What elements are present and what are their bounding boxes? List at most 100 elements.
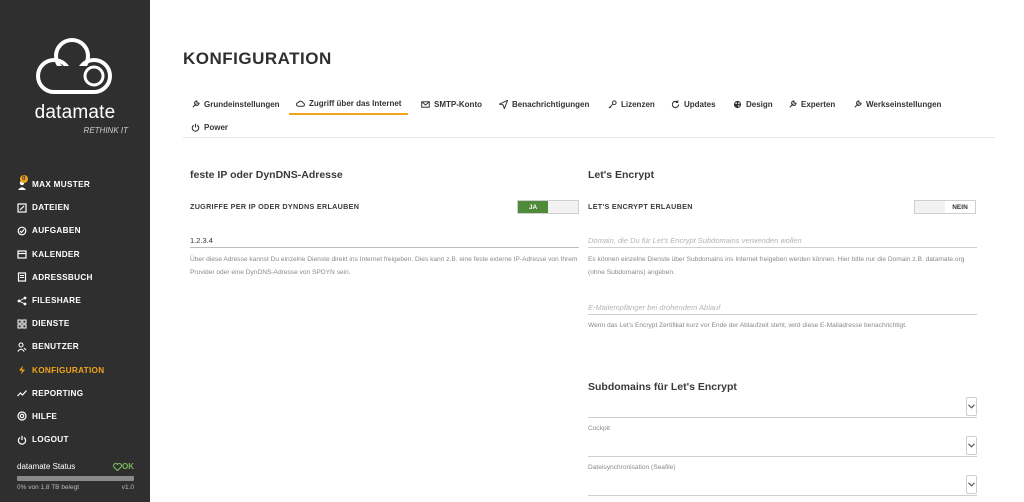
sidebar-item-kalender[interactable]: KALENDER xyxy=(0,243,150,266)
power-icon xyxy=(17,435,27,445)
ip-address-input[interactable] xyxy=(190,234,579,248)
subdomain-select-cockpit[interactable] xyxy=(588,435,977,457)
bolt-icon xyxy=(17,365,27,375)
toggle-on-label: JA xyxy=(518,201,548,213)
tab-smtp-konto[interactable]: SMTP-Konto xyxy=(421,94,482,114)
sidebar-item-label: ADRESSBUCH xyxy=(32,272,93,282)
chevron-down-icon xyxy=(966,436,977,455)
sidebar-item-label: REPORTING xyxy=(32,388,84,398)
allow-letsencrypt-toggle[interactable]: NEIN xyxy=(914,200,976,214)
sidebar-item-label: BENUTZER xyxy=(32,342,79,352)
heart-icon xyxy=(113,462,122,471)
chevron-down-icon xyxy=(966,475,977,494)
tab-label: Werkseinstellungen xyxy=(866,99,942,109)
allow-ip-label: ZUGRIFFE PER IP ODER DYNDNS ERLAUBEN xyxy=(190,202,360,211)
domain-input[interactable] xyxy=(588,234,977,248)
sidebar-item-benutzer[interactable]: BENUTZER xyxy=(0,335,150,358)
tab-bar: Grundeinstellungen Zugriff über das Inte… xyxy=(183,94,995,138)
tab-label: SMTP-Konto xyxy=(434,99,482,109)
sidebar-item-label: LOGOUT xyxy=(32,435,69,445)
tab-benachrichtigungen[interactable]: Benachrichtigungen xyxy=(499,94,589,114)
tab-power[interactable]: Power xyxy=(191,117,228,137)
subdomain-label-seafile: Dateisynchronisation (Seafile) xyxy=(588,464,676,471)
tab-label: Grundeinstellungen xyxy=(204,99,280,109)
cloud-icon xyxy=(296,100,305,107)
toggle-off-label: NEIN xyxy=(945,201,975,213)
sidebar-item-adressbuch[interactable]: ADRESSBUCH xyxy=(0,266,150,289)
wrench-icon xyxy=(789,99,797,108)
status-ok: OK xyxy=(113,462,134,471)
sidebar-item-hilfe[interactable]: HILFE xyxy=(0,405,150,428)
email-input[interactable] xyxy=(588,301,977,315)
tab-label: Power xyxy=(204,122,229,132)
tab-label: Updates xyxy=(684,99,716,109)
tab-design[interactable]: Design xyxy=(733,94,773,114)
ip-address-help: Über diese Adresse kannst Du einzelne Di… xyxy=(190,256,578,276)
tasks-icon xyxy=(17,226,27,236)
tab-label: Design xyxy=(746,99,773,109)
sidebar-item-label: HILFE xyxy=(32,411,58,421)
logo: datamate RETHINK IT xyxy=(0,0,150,150)
edit-icon xyxy=(17,203,27,213)
send-icon xyxy=(499,99,508,109)
status-ok-label: OK xyxy=(122,462,134,471)
palette-icon xyxy=(733,100,742,108)
brand-tagline: RETHINK IT xyxy=(83,126,128,135)
sidebar-item-label: KALENDER xyxy=(32,249,80,259)
domain-help: Es können einzelne Dienste über Subdomai… xyxy=(588,256,965,276)
refresh-icon xyxy=(671,99,680,108)
sidebar-item-label: KONFIGURATION xyxy=(32,365,105,375)
wrench-icon xyxy=(192,99,200,108)
sidebar-item-reporting[interactable]: REPORTING xyxy=(0,382,150,405)
subdomain-select-seafile[interactable] xyxy=(588,474,977,496)
toggle-off-blank xyxy=(548,201,578,213)
allow-letsencrypt-label: LET'S ENCRYPT ERLAUBEN xyxy=(588,202,693,211)
email-help: Wenn das Let's Encrypt Zertifikat kurz v… xyxy=(588,322,907,329)
sidebar-nav: 0 MAX MUSTER DATEIEN AUFGABEN KALENDER A… xyxy=(0,173,150,451)
tab-zugriff-internet[interactable]: Zugriff über das Internet xyxy=(289,94,409,115)
sidebar-item-label: DATEIEN xyxy=(32,203,70,213)
sidebar-item-label: DIENSTE xyxy=(32,319,70,329)
tab-label: Experten xyxy=(801,99,836,109)
users-icon xyxy=(17,342,27,352)
storage-bar xyxy=(17,476,134,481)
section-title-subdomains: Subdomains für Let's Encrypt xyxy=(588,381,737,393)
share-icon xyxy=(17,296,27,306)
subdomain-select-1[interactable] xyxy=(588,396,977,418)
subdomain-label-cockpit: Cockpit xyxy=(588,425,610,432)
tab-updates[interactable]: Updates xyxy=(671,94,716,114)
sidebar-item-konfiguration[interactable]: KONFIGURATION xyxy=(0,359,150,382)
tab-lizenzen[interactable]: Lizenzen xyxy=(608,94,655,114)
storage-usage: 0% von 1.8 TB belegt xyxy=(17,484,80,491)
allow-ip-toggle[interactable]: JA xyxy=(517,200,579,214)
sidebar-item-logout[interactable]: LOGOUT xyxy=(0,428,150,451)
status-title: datamate Status xyxy=(17,462,76,471)
tab-label: Zugriff über das Internet xyxy=(309,99,402,108)
chart-icon xyxy=(17,388,27,398)
sidebar: datamate RETHINK IT 0 MAX MUSTER DATEIEN… xyxy=(0,0,150,502)
section-title-letsencrypt: Let's Encrypt xyxy=(588,169,655,181)
mail-icon xyxy=(421,100,430,108)
sidebar-item-dienste[interactable]: DIENSTE xyxy=(0,312,150,335)
system-status: datamate Status OK 0% von 1.8 TB belegt … xyxy=(17,462,134,491)
tab-label: Benachrichtigungen xyxy=(512,99,590,109)
sidebar-item-profile[interactable]: 0 MAX MUSTER xyxy=(0,173,150,196)
sidebar-item-fileshare[interactable]: FILESHARE xyxy=(0,289,150,312)
cloud-logo-icon xyxy=(36,38,112,94)
addressbook-icon xyxy=(17,272,27,282)
tab-experten[interactable]: Experten xyxy=(788,94,835,114)
tab-label: Lizenzen xyxy=(621,99,655,109)
lifebuoy-icon xyxy=(17,411,27,422)
sidebar-item-dateien[interactable]: DATEIEN xyxy=(0,196,150,219)
sidebar-item-label: MAX MUSTER xyxy=(32,180,91,190)
toggle-on-blank xyxy=(915,201,945,213)
chevron-down-icon xyxy=(966,397,977,416)
tab-werkseinstellungen[interactable]: Werkseinstellungen xyxy=(853,94,941,114)
sidebar-item-aufgaben[interactable]: AUFGABEN xyxy=(0,219,150,242)
section-title-dyndns: feste IP oder DynDNS-Adresse xyxy=(190,169,343,181)
version-label: v1.0 xyxy=(121,484,134,491)
notification-badge: 0 xyxy=(20,175,28,183)
wrench-icon xyxy=(854,99,862,108)
tab-grundeinstellungen[interactable]: Grundeinstellungen xyxy=(191,94,280,114)
page-title: KONFIGURATION xyxy=(183,49,332,68)
